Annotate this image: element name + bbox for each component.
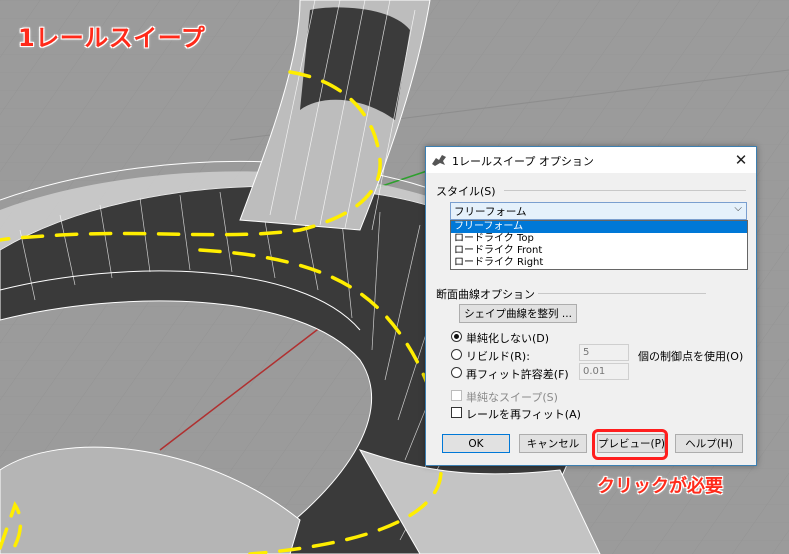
simple-sweep-checkbox[interactable]: [451, 390, 462, 401]
style-label: スタイル(S): [436, 185, 496, 198]
style-select[interactable]: フリーフォーム ⌵: [450, 202, 747, 220]
style-option-roadlike-right[interactable]: ロードライク Right: [451, 257, 747, 269]
rhino-app-icon: [432, 155, 446, 166]
chevron-down-icon: ⌵: [734, 203, 742, 214]
section-separator: [538, 293, 706, 294]
refit-rail-label: レールを再フィット(A): [466, 408, 581, 421]
rebuild-suffix-label: 個の制御点を使用(O): [638, 350, 744, 363]
style-option-roadlike-front[interactable]: ロードライク Front: [451, 245, 747, 257]
radio-refit[interactable]: [451, 367, 462, 378]
simple-sweep-label: 単純なスイープ(S): [466, 391, 558, 404]
radio-no-simplify-label: 単純化しない(D): [466, 332, 550, 345]
refit-tolerance-field[interactable]: 0.01: [579, 363, 629, 380]
preview-highlight-frame: [592, 429, 668, 460]
radio-no-simplify[interactable]: [451, 331, 462, 342]
annotation-title: 1レールスイープ: [18, 24, 206, 52]
radio-rebuild-label: リビルド(R):: [466, 350, 530, 363]
radio-refit-label: 再フィット許容差(F): [466, 368, 569, 381]
refit-rail-checkbox[interactable]: [451, 407, 462, 418]
sweep1-options-dialog: 1レールスイープ オプション ✕ スタイル(S) フリーフォーム ⌵ フリーフォ…: [425, 146, 757, 466]
align-shapes-button[interactable]: シェイプ曲線を整列 ...: [459, 304, 577, 323]
section-label: 断面曲線オプション: [436, 288, 535, 301]
help-button[interactable]: ヘルプ(H): [675, 434, 743, 453]
ok-button[interactable]: OK: [442, 434, 510, 453]
radio-selected-dot: [454, 334, 459, 339]
close-icon[interactable]: ✕: [728, 149, 754, 171]
style-select-value: フリーフォーム: [454, 206, 527, 218]
cancel-button[interactable]: キャンセル: [519, 434, 587, 453]
style-option-freeform[interactable]: フリーフォーム: [451, 221, 747, 233]
annotation-click-note: クリックが必要: [597, 476, 723, 497]
style-option-roadlike-top[interactable]: ロードライク Top: [451, 233, 747, 245]
dialog-titlebar[interactable]: 1レールスイープ オプション ✕: [426, 147, 756, 173]
radio-rebuild[interactable]: [451, 349, 462, 360]
style-separator: [504, 190, 746, 191]
rebuild-count-field[interactable]: 5: [579, 344, 629, 361]
dialog-title: 1レールスイープ オプション: [452, 155, 594, 168]
style-dropdown-list: フリーフォーム ロードライク Top ロードライク Front ロードライク R…: [450, 220, 748, 270]
